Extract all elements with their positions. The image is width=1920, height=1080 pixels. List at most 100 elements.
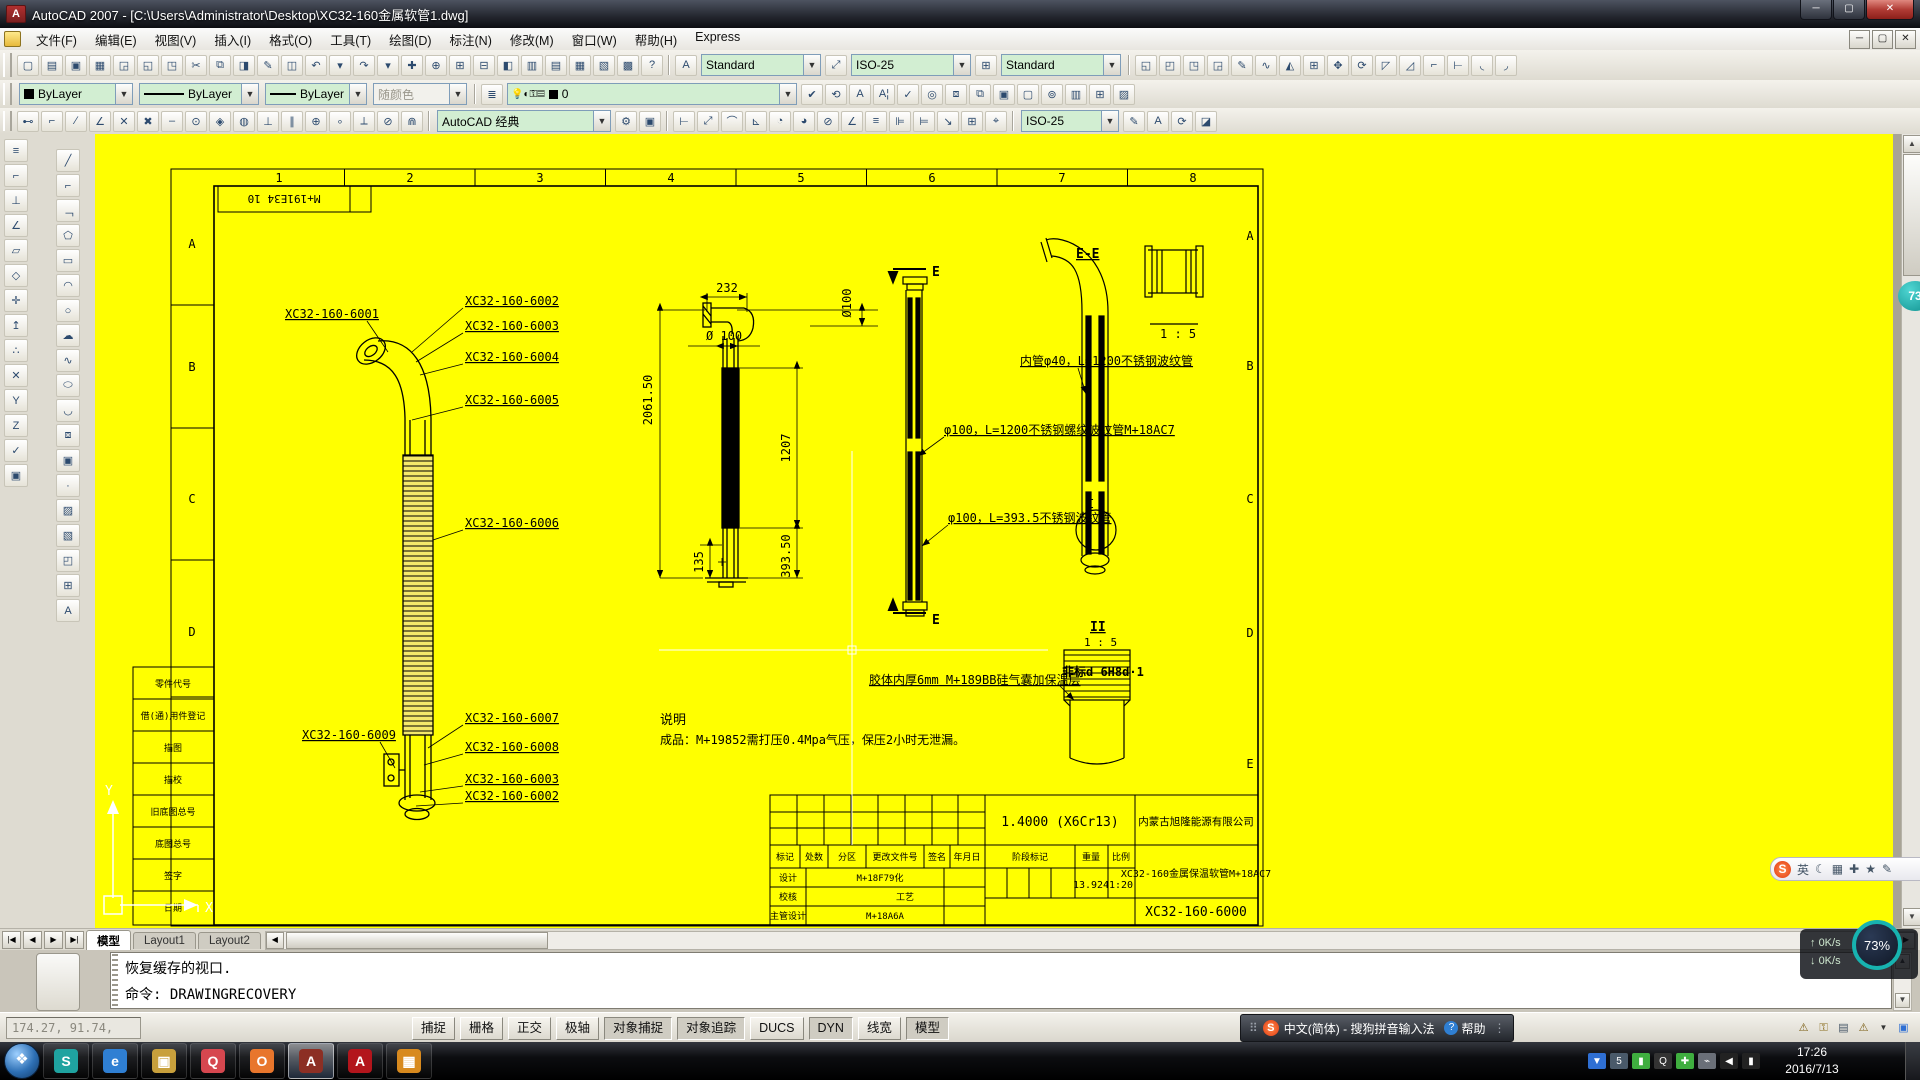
find-icon[interactable]: ◎ xyxy=(921,84,943,105)
ucs-z-icon[interactable]: Z xyxy=(4,414,28,437)
spell-icon[interactable]: ✓ xyxy=(897,84,919,105)
workspace-combo[interactable]: AutoCAD 经典▼ xyxy=(437,110,611,132)
tab-next-icon[interactable]: ▶ xyxy=(44,931,63,949)
taskbar-app[interactable]: S xyxy=(43,1043,89,1079)
tray-timer-icon[interactable]: 5 xyxy=(1610,1053,1628,1069)
command-drag-dots[interactable] xyxy=(112,954,118,1006)
clean-screen-icon[interactable]: ▣ xyxy=(1895,1020,1912,1036)
mtext-icon[interactable]: A xyxy=(56,599,80,622)
dim-baseline-icon[interactable]: ⊫ xyxy=(889,111,911,132)
hyperlink-icon[interactable]: ⊚ xyxy=(1041,84,1063,105)
ellipse-arc-icon[interactable]: ◡ xyxy=(56,399,80,422)
tray-signal-icon[interactable]: ▮ xyxy=(1632,1053,1650,1069)
fillet-icon[interactable]: ◟ xyxy=(1471,55,1493,76)
snap-node-icon[interactable]: ∘ xyxy=(329,111,351,132)
warning-icon[interactable]: ⚠ xyxy=(1795,1020,1812,1036)
tray-qq-icon[interactable]: Q xyxy=(1654,1053,1672,1069)
status-toggle-snap[interactable]: 捕捉 xyxy=(412,1017,455,1040)
command-text-area[interactable]: 恢复缓存的视口. 命令: DRAWINGRECOVERY xyxy=(110,952,1892,1009)
undo-arrow-icon[interactable]: ▾ xyxy=(329,55,351,76)
taskbar-app[interactable]: O xyxy=(239,1043,285,1079)
zoom-realtime-icon[interactable]: ⊕ xyxy=(425,55,447,76)
dim-style-combo-2[interactable]: ISO-25▼ xyxy=(1021,110,1119,132)
taskbar-app[interactable]: A xyxy=(288,1043,334,1079)
mdi-window-button[interactable]: ✕ xyxy=(1895,30,1916,49)
workspace-settings-icon[interactable]: ⚙ xyxy=(615,111,637,132)
scale-icon[interactable]: ◸ xyxy=(1375,55,1397,76)
polyline-icon[interactable]: ﹁ xyxy=(56,199,80,222)
dim-continue-icon[interactable]: ⊨ xyxy=(913,111,935,132)
draworder-back-icon[interactable]: ◰ xyxy=(1159,55,1181,76)
show-desktop-button[interactable] xyxy=(1905,1042,1920,1080)
make-layer-current-icon[interactable]: ✔ xyxy=(801,84,823,105)
menu-item[interactable]: 绘图(D) xyxy=(380,28,440,51)
chevron-down-icon[interactable]: ▼ xyxy=(1875,1020,1892,1036)
dim-style-icon[interactable]: ◪ xyxy=(1195,111,1217,132)
menu-item[interactable]: 帮助(H) xyxy=(626,28,686,51)
snap-nearest-icon[interactable]: ⟂ xyxy=(353,111,375,132)
dim-radius-icon[interactable]: ◔ xyxy=(769,111,791,132)
sogou-lang-icon[interactable]: 英 xyxy=(1797,861,1809,878)
menu-item[interactable]: 修改(M) xyxy=(501,28,563,51)
status-toggle-ducs[interactable]: DUCS xyxy=(750,1017,803,1040)
language-bar[interactable]: ⠿ S 中文(简体) - 搜狗拼音输入法 ? 帮助 ⋮ xyxy=(1240,1014,1514,1042)
text-style-combo[interactable]: Standard▼ xyxy=(701,54,821,76)
sogou-clipboard-icon[interactable]: ✚ xyxy=(1849,862,1859,876)
save-workspace-icon[interactable]: ▣ xyxy=(639,111,661,132)
hatch-icon[interactable]: ▨ xyxy=(56,499,80,522)
redo-icon[interactable]: ↷ xyxy=(353,55,375,76)
tray-360-icon[interactable]: ✚ xyxy=(1676,1053,1694,1069)
draworder-under-icon[interactable]: ◲ xyxy=(1207,55,1229,76)
redo-arrow-icon[interactable]: ▾ xyxy=(377,55,399,76)
tab-prev-icon[interactable]: ◀ xyxy=(23,931,42,949)
taskbar-app[interactable]: ▦ xyxy=(386,1043,432,1079)
menu-item[interactable]: 窗口(W) xyxy=(563,28,626,51)
table-icon[interactable]: ⊞ xyxy=(56,574,80,597)
snap-from-icon[interactable]: ⌐ xyxy=(41,111,63,132)
copy-icon[interactable]: ⧉ xyxy=(209,55,231,76)
trim-icon[interactable]: ⌐ xyxy=(1423,55,1445,76)
polygon-icon[interactable]: ⬠ xyxy=(56,224,80,247)
snap-perpendicular-icon[interactable]: ⊥ xyxy=(257,111,279,132)
menu-item[interactable]: 视图(V) xyxy=(146,28,206,51)
menu-item[interactable]: Express xyxy=(686,28,749,51)
tray-network-icon[interactable]: ▮ xyxy=(1742,1053,1760,1069)
help-icon[interactable]: ? xyxy=(641,55,663,76)
named-ucs-icon[interactable]: ▣ xyxy=(4,464,28,487)
ucs-3point-icon[interactable]: ∴ xyxy=(4,339,28,362)
dim-linear-icon[interactable]: ⊢ xyxy=(673,111,695,132)
temp-track-icon[interactable]: ⊷ xyxy=(17,111,39,132)
paste-icon[interactable]: ◨ xyxy=(233,55,255,76)
snap-quadrant-icon[interactable]: ◈ xyxy=(209,111,231,132)
menu-item[interactable]: 文件(F) xyxy=(27,28,86,51)
draworder-above-icon[interactable]: ◳ xyxy=(1183,55,1205,76)
vertical-scrollbar[interactable]: ▲ ▼ xyxy=(1901,134,1920,928)
snap-midpoint-icon[interactable]: ∠ xyxy=(89,111,111,132)
xline-icon[interactable]: ⌐ xyxy=(56,174,80,197)
chamfer-icon[interactable]: ◞ xyxy=(1495,55,1517,76)
point-icon[interactable]: · xyxy=(56,474,80,497)
dim-leader-icon[interactable]: ↘ xyxy=(937,111,959,132)
color-combo[interactable]: ByLayer▼ xyxy=(19,83,133,105)
model-space-canvas[interactable]: 1 2 3 4 5 6 7 8 A B C D A B C D E xyxy=(95,134,1893,928)
move-icon[interactable]: ✥ xyxy=(1327,55,1349,76)
markup-icon[interactable]: ▧ xyxy=(593,55,615,76)
dim-center-icon[interactable]: ⌖ xyxy=(985,111,1007,132)
snap-endpoint-icon[interactable]: ∕ xyxy=(65,111,87,132)
rectangle-icon[interactable]: ▭ xyxy=(56,249,80,272)
mdi-window-button[interactable]: ▢ xyxy=(1872,30,1893,49)
status-toggle-dyn[interactable]: DYN xyxy=(809,1017,853,1040)
table-style-combo[interactable]: Standard▼ xyxy=(1001,54,1121,76)
insert-block-icon[interactable]: ⧈ xyxy=(945,84,967,105)
lock-icon[interactable]: ⚿ xyxy=(1815,1020,1832,1036)
alert-icon[interactable]: ⚠ xyxy=(1855,1020,1872,1036)
ucs-icon[interactable]: ⌐ xyxy=(4,164,28,187)
lineweight-combo[interactable]: ByLayer▼ xyxy=(265,83,367,105)
sogou-keyboard-icon[interactable]: ▦ xyxy=(1832,862,1843,876)
match-properties-icon[interactable]: ✎ xyxy=(257,55,279,76)
sheetset-icon[interactable]: ▦ xyxy=(569,55,591,76)
command-window-grip[interactable] xyxy=(36,953,80,1011)
ucs-y-icon[interactable]: Y xyxy=(4,389,28,412)
horizontal-scrollbar[interactable]: ◀ ▶ xyxy=(265,931,1916,950)
langbar-grip[interactable]: ⠿ xyxy=(1249,1021,1259,1035)
